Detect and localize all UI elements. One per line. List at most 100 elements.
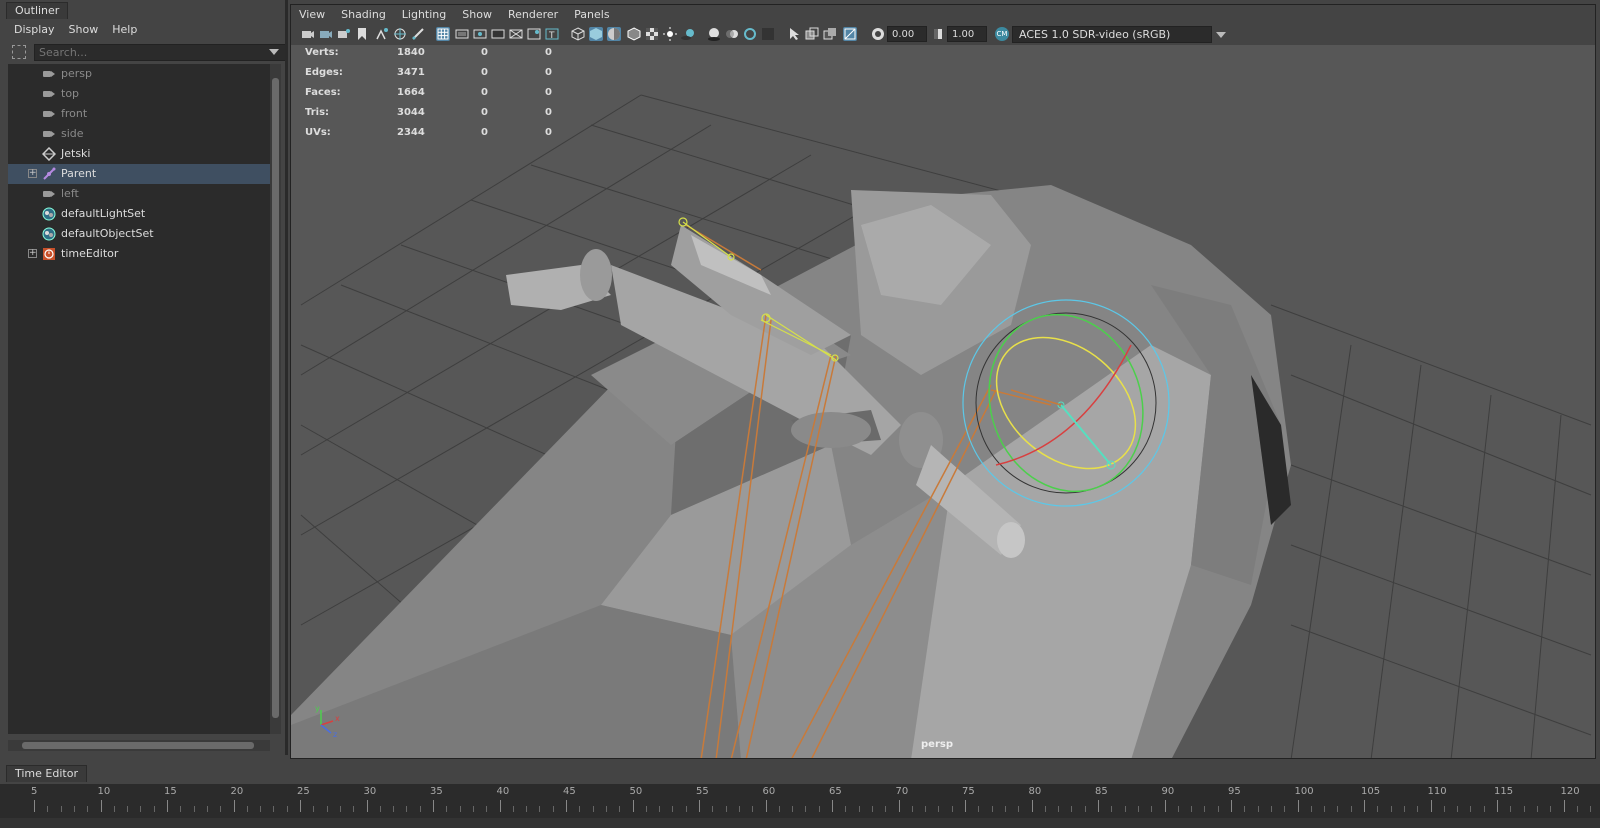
minor-tick-mark	[1536, 806, 1538, 812]
menu-help[interactable]: Help	[112, 23, 137, 36]
list-item[interactable]: top	[8, 84, 270, 104]
panel-splitter[interactable]	[285, 0, 288, 755]
list-item[interactable]: left	[8, 184, 270, 204]
minor-tick-mark	[472, 806, 474, 812]
xray-joints-icon[interactable]	[823, 27, 837, 41]
vertical-scrollbar[interactable]	[270, 64, 281, 734]
minor-tick-mark	[406, 806, 408, 812]
gamma-icon[interactable]	[931, 27, 945, 41]
axis-z-label: z	[333, 730, 337, 739]
axis-y-label: y	[315, 704, 320, 713]
list-item[interactable]: defaultObjectSet	[8, 224, 270, 244]
expand-icon[interactable]: +	[28, 249, 37, 258]
hud-value: 0	[545, 87, 552, 98]
use-all-lights-icon[interactable]	[663, 27, 677, 41]
list-item[interactable]: front	[8, 104, 270, 124]
minor-tick-mark	[512, 806, 514, 812]
tick-mark	[699, 800, 700, 812]
grid-toggle-icon[interactable]	[436, 27, 450, 41]
list-item[interactable]: persp	[8, 64, 270, 84]
motion-blur-icon[interactable]	[725, 27, 739, 41]
bookmark-camera-icon[interactable]	[337, 27, 351, 41]
safe-action-icon[interactable]	[527, 27, 541, 41]
menu-renderer[interactable]: Renderer	[500, 8, 566, 21]
tick-mark	[233, 800, 235, 812]
minor-tick-mark	[87, 806, 89, 812]
hud-value: 0	[481, 107, 488, 118]
exposure-field[interactable]: 0.00	[887, 26, 927, 42]
minor-tick-mark	[672, 806, 674, 812]
menu-view[interactable]: View	[291, 8, 333, 21]
horizontal-scrollbar[interactable]	[8, 740, 270, 751]
color-management-icon[interactable]: CM	[995, 27, 1009, 41]
set-icon	[42, 207, 56, 221]
minor-tick-mark	[486, 806, 488, 812]
xray-icon[interactable]	[805, 27, 819, 41]
tick-label: 80	[1028, 786, 1042, 797]
shadows-icon[interactable]	[681, 27, 695, 41]
exposure-icon[interactable]	[871, 27, 885, 41]
wireframe-icon[interactable]	[571, 27, 585, 41]
scroll-thumb[interactable]	[22, 742, 254, 749]
tick-mark	[1164, 800, 1166, 812]
outliner-tab[interactable]: Outliner	[6, 2, 69, 19]
film-gate-icon[interactable]	[455, 27, 469, 41]
two-d-pan-icon[interactable]	[393, 27, 407, 41]
menu-display[interactable]: Display	[14, 23, 55, 36]
camera-select-icon[interactable]	[301, 27, 315, 41]
minor-tick-mark	[938, 806, 940, 812]
tick-label: 120	[1560, 786, 1580, 797]
chevron-down-icon[interactable]	[269, 49, 279, 55]
axis-x-label: x	[335, 714, 340, 723]
resolution-gate-icon[interactable]	[473, 27, 487, 41]
gate-mask-icon[interactable]	[491, 27, 505, 41]
menu-shading[interactable]: Shading	[333, 8, 394, 21]
minor-tick-mark	[1470, 806, 1472, 812]
xray-active-components-icon[interactable]	[843, 27, 857, 41]
menu-lighting[interactable]: Lighting	[394, 8, 454, 21]
safe-title-icon[interactable]: T	[545, 27, 559, 41]
list-item[interactable]: Jetski	[8, 144, 270, 164]
menu-show[interactable]: Show	[454, 8, 500, 21]
viewport-scene[interactable]: y x z	[291, 45, 1596, 759]
search-input[interactable]	[34, 44, 286, 61]
tick-label: 5	[31, 786, 38, 797]
menu-panels[interactable]: Panels	[566, 8, 617, 21]
minor-tick-mark	[605, 806, 607, 812]
list-item[interactable]: side	[8, 124, 270, 144]
depth-of-field-icon[interactable]	[761, 27, 775, 41]
list-item-selected[interactable]: + Parent	[8, 164, 270, 184]
time-editor-tab[interactable]: Time Editor	[6, 765, 87, 782]
list-item[interactable]: + timeEditor	[8, 244, 270, 264]
image-plane-icon[interactable]	[375, 27, 389, 41]
default-material-icon[interactable]	[607, 27, 621, 41]
isolate-select-icon[interactable]	[787, 27, 801, 41]
tick-mark	[1098, 800, 1099, 812]
viewport-panel[interactable]: View Shading Lighting Show Renderer Pane…	[290, 4, 1596, 759]
textured-icon[interactable]	[645, 27, 659, 41]
list-item[interactable]: defaultLightSet	[8, 204, 270, 224]
camera-attributes-icon[interactable]	[319, 27, 333, 41]
grease-pencil-icon[interactable]	[411, 27, 425, 41]
menu-show[interactable]: Show	[69, 23, 99, 36]
time-ruler[interactable]: 5 10 15 20 25 30 35 40 45 50 55 60 65 70 75 80 85 90 95 100…	[0, 784, 1600, 828]
gamma-field[interactable]: 1.00	[947, 26, 987, 42]
chevron-down-icon[interactable]	[1216, 32, 1226, 38]
multisample-aa-icon[interactable]	[743, 27, 757, 41]
smooth-shade-icon[interactable]	[589, 27, 603, 41]
wireframe-on-shaded-icon[interactable]	[627, 27, 641, 41]
ambient-occlusion-icon[interactable]	[707, 27, 721, 41]
scroll-thumb[interactable]	[272, 78, 279, 718]
tick-label: 25	[297, 786, 310, 797]
time-editor-icon	[42, 247, 56, 261]
color-space-select[interactable]: ACES 1.0 SDR-video (sRGB)	[1012, 26, 1212, 43]
bookmark-icon[interactable]	[355, 27, 369, 41]
time-track[interactable]	[0, 818, 1600, 828]
minor-tick-mark	[60, 806, 62, 812]
field-chart-icon[interactable]	[509, 27, 523, 41]
expand-icon[interactable]: +	[28, 169, 37, 178]
hud-value: 0	[481, 47, 488, 58]
minor-tick-mark	[419, 806, 421, 812]
filter-icon[interactable]	[12, 45, 26, 59]
minor-tick-mark	[579, 806, 581, 812]
